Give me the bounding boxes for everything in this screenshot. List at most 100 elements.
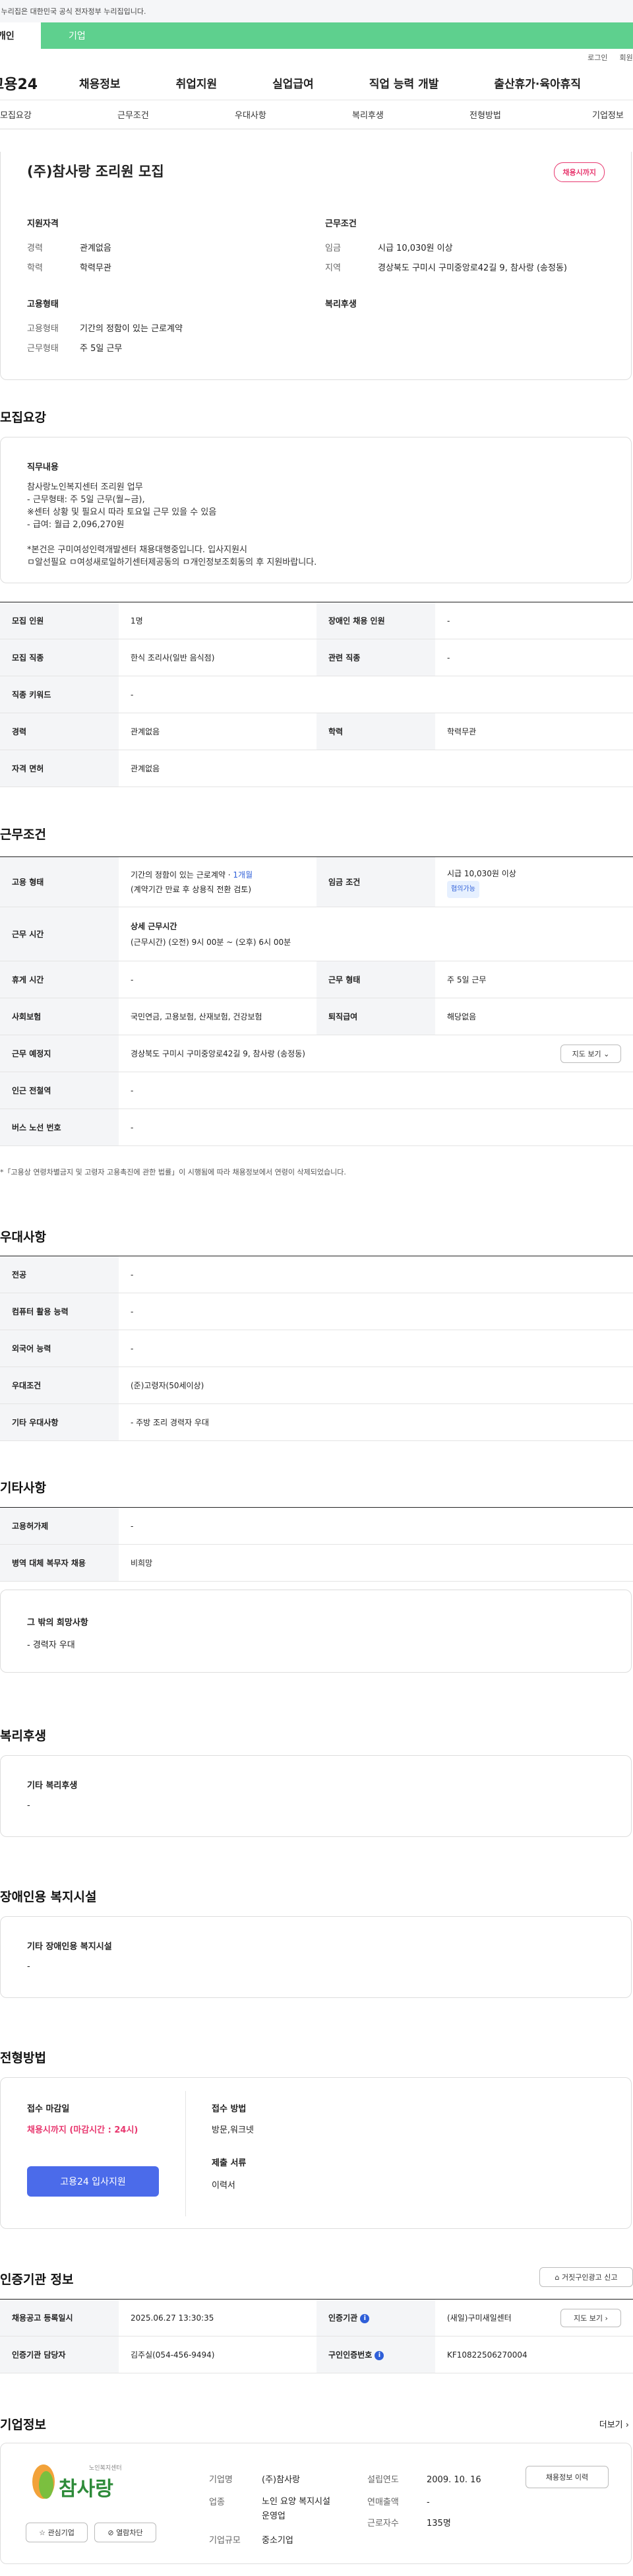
fav-company-button[interactable]: ☆ 관심기업 bbox=[26, 2523, 88, 2542]
qual-title: 지원자격 bbox=[27, 219, 59, 229]
emp-title: 고용형태 bbox=[27, 300, 59, 309]
pref-section-title: 우대사항 bbox=[0, 1230, 46, 1244]
menu-jobs[interactable]: 채용정보 bbox=[79, 75, 121, 91]
user-type-tabs: 개인 기업 bbox=[0, 22, 633, 49]
etc-table: 고용허가제 - 병역 대체 복무자 채용 비희망 bbox=[0, 1507, 633, 1582]
map-button[interactable]: 지도 보기 ⌄ bbox=[560, 1045, 621, 1063]
table-row: 근무 예정지 경상북도 구미시 구미중앙로42길 9, 참사랑 (송정동) 지도… bbox=[0, 1035, 633, 1072]
table-row: 고용 형태 기간의 정함이 있는 근로계약 · 1개월 (계약기간 만료 후 상… bbox=[0, 856, 633, 907]
docs-value: 이력서 bbox=[212, 2181, 235, 2191]
company-year: 설립연도 2009. 10. 16 bbox=[367, 2475, 481, 2485]
utility-links: 로그인 회원가입 bbox=[0, 49, 633, 66]
table-row: 외국어 능력 - bbox=[0, 1330, 633, 1367]
table-row: 버스 노선 번호 - bbox=[0, 1109, 633, 1146]
company-card: 참사랑 노인복지센터 ☆ 관심기업 ⊘ 열람차단 기업명 (주)참사랑 업종 노인 … bbox=[0, 2443, 632, 2564]
chevron-right-icon: › bbox=[605, 2313, 608, 2323]
chevron-right-icon: › bbox=[625, 2420, 629, 2430]
tab-company[interactable]: 기업 bbox=[41, 22, 88, 49]
table-row: 경력 관계없음 학력 학력무관 bbox=[0, 713, 633, 750]
table-row: 인근 전철역 - bbox=[0, 1072, 633, 1109]
cert-org-cell: (새일)구미새일센터 지도 보기 › bbox=[435, 2299, 633, 2336]
hiring-history-button[interactable]: 채용정보 이력 bbox=[526, 2466, 609, 2488]
table-row: 근무 시간 상세 근무시간 (근무시간) (오전) 9시 00분 ~ (오후) … bbox=[0, 907, 633, 961]
selection-card: 접수 마감일 채용시까지 (마감시간 : 24시) 고용24 입사지원 접수 방… bbox=[0, 2077, 632, 2229]
company-sales: 연매출액 - bbox=[367, 2497, 430, 2507]
disabled-card-title: 기타 장애인용 복지시설 bbox=[27, 1942, 112, 1952]
snb-recruit[interactable]: 모집요강 bbox=[0, 108, 32, 121]
main-menu: 채용정보 취업지원 실업급여 직업 능력 개발 출산휴가·육아휴직 bbox=[79, 75, 581, 91]
cert-table: 채용공고 등록일시 2025.06.27 13:30:35 인증기관 i (새일… bbox=[0, 2299, 633, 2373]
section-nav: 모집요강 근무조건 우대사항 복리후생 전형방법 기업정보 bbox=[0, 100, 633, 129]
method-title: 접수 방법 bbox=[212, 2104, 247, 2114]
table-row: 모집 인원 1명 장애인 채용 인원 - bbox=[0, 602, 633, 639]
company-more-link[interactable]: 더보기 › bbox=[599, 2418, 629, 2430]
docs-title: 제출 서류 bbox=[212, 2158, 247, 2168]
gov-banner-text: 이 누리집은 대한민국 공식 전자정부 누리집입니다. bbox=[0, 7, 146, 16]
job-desc-text: 참사랑노인복지센터 조리원 업무 - 근무형태: 주 5일 근무(월~금), ※… bbox=[27, 482, 317, 567]
method-value: 방문,워크넷 bbox=[212, 2125, 254, 2135]
place-cell: 경상북도 구미시 구미중앙로42길 9, 참사랑 (송정동) 지도 보기 ⌄ bbox=[119, 1035, 633, 1072]
snb-company[interactable]: 기업정보 bbox=[592, 108, 624, 121]
work-section-title: 근무조건 bbox=[0, 827, 46, 842]
table-row: 고용허가제 - bbox=[0, 1507, 633, 1545]
other-wish-title: 그 밖의 희망사항 bbox=[27, 1618, 88, 1628]
info-icon[interactable]: i bbox=[375, 2350, 384, 2360]
welfare-card-value: - bbox=[27, 1801, 30, 1811]
disabled-card: 기타 장애인용 복지시설 - bbox=[0, 1916, 632, 1998]
chevron-down-icon: ⌄ bbox=[603, 1049, 610, 1058]
site-logo[interactable]: 고용24 bbox=[0, 73, 63, 94]
table-row: 기타 우대사항 - 주방 조리 경력자 우대 bbox=[0, 1403, 633, 1441]
summary-card: (주)참사랑 조리원 모집 채용시까지 지원자격 경력 관계없음 학력 학력무관 근… bbox=[0, 152, 632, 380]
table-row: 컴퓨터 활용 능력 - bbox=[0, 1293, 633, 1330]
company-employees: 근로자수 135명 bbox=[367, 2519, 451, 2528]
menu-employment-support[interactable]: 취업지원 bbox=[176, 75, 218, 91]
qual-education: 학력 학력무관 bbox=[27, 263, 111, 273]
work-table: 고용 형태 기간의 정함이 있는 근로계약 · 1개월 (계약기간 만료 후 상… bbox=[0, 856, 633, 1146]
selection-section-title: 전형방법 bbox=[0, 2051, 46, 2065]
block-view-button[interactable]: ⊘ 열람차단 bbox=[94, 2523, 156, 2542]
deadline-value: 채용시까지 (마감시간 : 24시) bbox=[27, 2125, 138, 2135]
tab-personal[interactable]: 개인 bbox=[0, 22, 41, 49]
menu-training[interactable]: 직업 능력 개발 bbox=[369, 75, 439, 91]
table-row: 직종 키워드 - bbox=[0, 676, 633, 713]
company-logo: 참사랑 노인복지센터 bbox=[30, 2459, 148, 2512]
job-desc-title: 직무내용 bbox=[27, 463, 59, 472]
login-link[interactable]: 로그인 bbox=[588, 52, 607, 63]
cert-section-title: 인증기관 정보 bbox=[0, 2272, 74, 2287]
table-row: 모집 직종 한식 조리사(일반 음식점) 관련 직종 - bbox=[0, 639, 633, 676]
menu-leave[interactable]: 출산휴가·육아휴직 bbox=[494, 75, 581, 91]
welfare-card-title: 기타 복리후생 bbox=[27, 1781, 78, 1791]
block-icon: ⊘ bbox=[107, 2528, 114, 2537]
pref-table: 전공 - 컴퓨터 활용 능력 - 외국어 능력 - 우대조건 (준)고령자(50세이상)… bbox=[0, 1256, 633, 1441]
disabled-card-value: - bbox=[27, 1962, 30, 1972]
snb-selection[interactable]: 전형방법 bbox=[469, 108, 501, 121]
emp-form: 근무형태 주 5일 근무 bbox=[27, 344, 123, 354]
deadline-title: 접수 마감일 bbox=[27, 2104, 70, 2114]
cond-wage: 임금 시급 10,030원 이상 bbox=[325, 243, 453, 253]
home-icon: ⌂ bbox=[555, 2272, 560, 2282]
emp-type: 고용형태 기간의 정함이 있는 근로계약 bbox=[27, 324, 183, 334]
selection-divider bbox=[185, 2091, 186, 2216]
apply-button[interactable]: 고용24 입사지원 bbox=[27, 2166, 159, 2197]
other-wish-value: - 경력자 우대 bbox=[27, 1640, 75, 1650]
false-ad-report-button[interactable]: ⌂ 거짓구인광고 신고 bbox=[539, 2267, 633, 2287]
table-row: 병역 대체 복무자 채용 비희망 bbox=[0, 1544, 633, 1582]
qual-career: 경력 관계없음 bbox=[27, 243, 111, 253]
table-row: 휴게 시간 - 근무 형태 주 5일 근무 bbox=[0, 961, 633, 998]
age-notice: *「고용상 연령차별금지 및 고령자 고용촉진에 관한 법률」이 시행됨에 따라… bbox=[0, 1168, 346, 1176]
signup-link[interactable]: 회원가입 bbox=[620, 52, 633, 63]
star-icon: ☆ bbox=[39, 2528, 45, 2537]
snb-pref[interactable]: 우대사항 bbox=[235, 108, 266, 121]
snb-welfare[interactable]: 복리후생 bbox=[352, 108, 384, 121]
emp-type-cell: 기간의 정함이 있는 근로계약 · 1개월 (계약기간 만료 후 상용직 전환 … bbox=[119, 856, 316, 907]
info-icon[interactable]: i bbox=[360, 2313, 370, 2323]
cert-map-button[interactable]: 지도 보기 › bbox=[560, 2309, 621, 2327]
company-name: 기업명 (주)참사랑 bbox=[209, 2475, 300, 2485]
snb-work[interactable]: 근무조건 bbox=[117, 108, 149, 121]
cert-no-header: 구인인증번호 i bbox=[316, 2336, 435, 2373]
company-section-title: 기업정보 bbox=[0, 2418, 46, 2432]
table-row: 인증기관 담당자 김주실(054-456-9494) 구인인증번호 i KF10… bbox=[0, 2336, 633, 2373]
cond-region: 지역 경상북도 구미시 구미중앙로42길 9, 참사랑 (송정동) bbox=[325, 263, 567, 273]
welfare-card: 기타 복리후생 - bbox=[0, 1755, 632, 1837]
menu-unemployment[interactable]: 실업급여 bbox=[272, 75, 314, 91]
